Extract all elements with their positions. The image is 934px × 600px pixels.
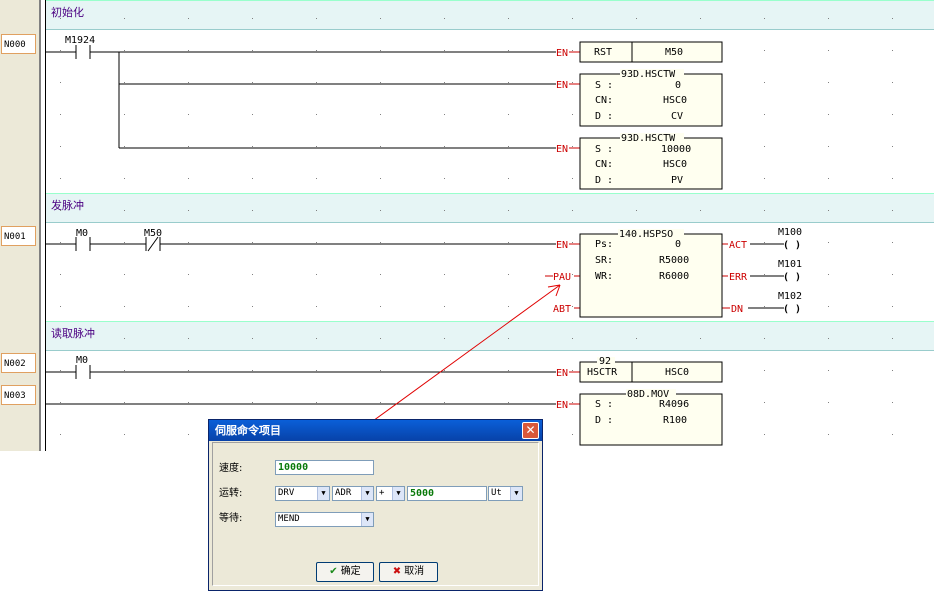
chevron-down-icon: ▼ [361, 487, 373, 500]
ok-button[interactable]: ✔ 确定 [316, 562, 374, 582]
close-icon[interactable]: ✕ [522, 422, 539, 439]
chevron-down-icon: ▼ [317, 487, 329, 500]
wait-value: MEND [278, 514, 300, 524]
run-unit-value: Ut [491, 488, 502, 498]
run-distance-input[interactable]: 5000 [407, 486, 487, 501]
check-icon: ✔ [329, 566, 338, 577]
speed-input[interactable]: 10000 [275, 460, 374, 475]
run-command-value: DRV [278, 488, 295, 498]
ok-label: 确定 [340, 566, 361, 577]
cancel-label: 取消 [404, 566, 425, 577]
run-unit-select[interactable]: Ut ▼ [488, 486, 523, 501]
dialog-titlebar[interactable]: 伺服命令项目 ✕ [209, 420, 542, 441]
chevron-down-icon: ▼ [392, 487, 404, 500]
chevron-down-icon: ▼ [510, 487, 522, 500]
run-axis-select[interactable]: ADR ▼ [332, 486, 374, 501]
wait-select[interactable]: MEND ▼ [275, 512, 374, 527]
cross-icon: ✖ [392, 566, 402, 577]
run-axis-value: ADR [335, 488, 352, 498]
chevron-down-icon: ▼ [361, 513, 373, 526]
wait-label: 等待: [219, 513, 243, 524]
dialog-body: 速度: 10000 运转: DRV ▼ ADR ▼ + ▼ 5000 Ut ▼ … [212, 442, 539, 586]
run-sign-select[interactable]: + ▼ [376, 486, 405, 501]
run-label: 运转: [219, 488, 243, 499]
speed-label: 速度: [219, 463, 243, 474]
cancel-button[interactable]: ✖ 取消 [379, 562, 438, 582]
servo-command-dialog[interactable]: 伺服命令项目 ✕ 速度: 10000 运转: DRV ▼ ADR ▼ + ▼ 5… [208, 419, 543, 591]
run-command-select[interactable]: DRV ▼ [275, 486, 330, 501]
dialog-title: 伺服命令项目 [215, 424, 281, 437]
run-sign-value: + [379, 488, 385, 498]
